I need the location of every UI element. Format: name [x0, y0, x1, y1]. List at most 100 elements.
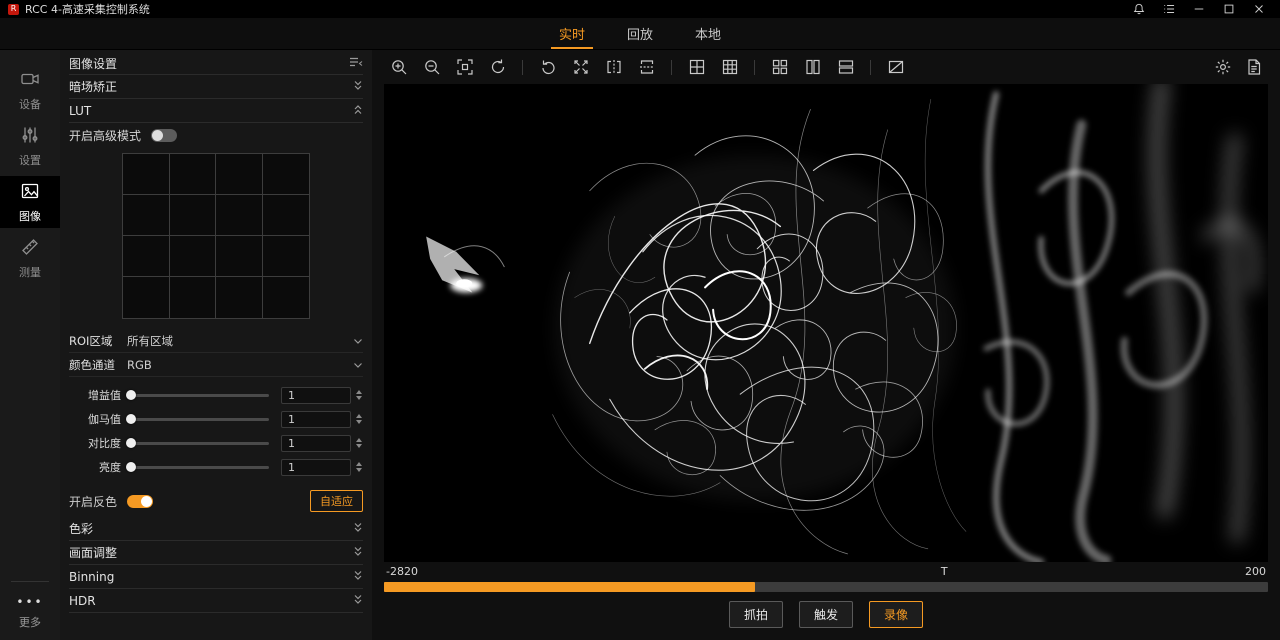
- chevron-double-down-icon: [353, 570, 363, 584]
- snapshot-button[interactable]: 抓拍: [729, 601, 783, 628]
- fit-screen-icon[interactable]: [450, 54, 479, 80]
- rail-divider: [11, 581, 49, 582]
- image-aspect-icon[interactable]: [881, 54, 910, 80]
- adaptive-button[interactable]: 自适应: [310, 490, 363, 512]
- tab-realtime[interactable]: 实时: [543, 18, 601, 49]
- live-video-feed[interactable]: [384, 84, 1268, 562]
- panel-header: 图像设置: [69, 52, 363, 75]
- rail-label-settings: 设置: [19, 152, 41, 168]
- maximize-button[interactable]: [1216, 1, 1242, 17]
- rail-item-image[interactable]: 图像: [0, 176, 60, 228]
- left-rail: 设备 设置 图像 测量 •••: [0, 50, 60, 640]
- record-button[interactable]: 录像: [869, 601, 923, 628]
- gain-slider-handle[interactable]: [126, 390, 136, 400]
- advanced-mode-row: 开启高级模式: [69, 123, 363, 147]
- settings-gear-icon[interactable]: [1208, 54, 1237, 80]
- rail-item-measure[interactable]: 测量: [0, 232, 60, 284]
- contrast-slider-handle[interactable]: [126, 438, 136, 448]
- section-adjust-label: 画面调整: [69, 544, 117, 561]
- timeline-end-value: 200: [1245, 565, 1266, 578]
- reset-view-icon[interactable]: [483, 54, 512, 80]
- grid-fine-icon[interactable]: [715, 54, 744, 80]
- rail-label-measure: 测量: [19, 264, 41, 280]
- zoom-in-icon[interactable]: [384, 54, 413, 80]
- main-tabbar: 实时 回放 本地: [0, 18, 1280, 50]
- roi-label: ROI区域: [69, 333, 127, 349]
- view-toolbar: [372, 50, 1280, 84]
- trigger-button[interactable]: 触发: [799, 601, 853, 628]
- lut-curve-grid[interactable]: [122, 153, 310, 319]
- section-darkfield-label: 暗场矫正: [69, 78, 117, 95]
- chevron-down-icon: [353, 358, 363, 372]
- quad-view-icon[interactable]: [765, 54, 794, 80]
- dual-horizontal-view-icon[interactable]: [831, 54, 860, 80]
- slider-row-gain: 增益值 1: [69, 383, 363, 407]
- light-trails-image: [384, 84, 1268, 562]
- notifications-bell-icon[interactable]: [1126, 1, 1152, 17]
- capture-controls: 抓拍 触发 录像: [372, 596, 1280, 632]
- grid-overlay-icon[interactable]: [682, 54, 711, 80]
- roi-value: 所有区域: [127, 333, 173, 349]
- gamma-label: 伽马值: [69, 411, 121, 427]
- rotate-icon[interactable]: [533, 54, 562, 80]
- section-lut[interactable]: LUT: [69, 99, 363, 123]
- contrast-label: 对比度: [69, 435, 121, 451]
- gain-label: 增益值: [69, 387, 121, 403]
- chevron-double-down-icon: [353, 80, 363, 94]
- contrast-slider[interactable]: [131, 442, 269, 445]
- invert-label: 开启反色: [69, 493, 117, 510]
- gain-slider[interactable]: [131, 394, 269, 397]
- panel-options-icon[interactable]: [349, 56, 363, 71]
- section-hdr[interactable]: HDR: [69, 589, 363, 613]
- brightness-slider-handle[interactable]: [126, 462, 136, 472]
- dual-vertical-view-icon[interactable]: [798, 54, 827, 80]
- sliders-icon: [20, 125, 40, 148]
- section-binning[interactable]: Binning: [69, 565, 363, 589]
- section-binning-label: Binning: [69, 570, 114, 584]
- advanced-mode-toggle[interactable]: [151, 129, 177, 142]
- rail-label-more[interactable]: 更多: [19, 614, 41, 630]
- close-button[interactable]: [1246, 1, 1272, 17]
- invert-toggle[interactable]: [127, 495, 153, 508]
- brightness-stepper[interactable]: [356, 462, 362, 472]
- gamma-slider-handle[interactable]: [126, 414, 136, 424]
- toolbar-separator: [870, 60, 871, 75]
- gamma-input[interactable]: 1: [281, 411, 351, 428]
- section-darkfield[interactable]: 暗场矫正: [69, 75, 363, 99]
- contrast-input[interactable]: 1: [281, 435, 351, 452]
- rail-item-device[interactable]: 设备: [0, 64, 60, 116]
- tab-playback[interactable]: 回放: [611, 18, 669, 49]
- chevron-double-down-icon: [353, 522, 363, 536]
- fullscreen-icon[interactable]: [566, 54, 595, 80]
- app-logo: R: [8, 4, 19, 15]
- task-list-icon[interactable]: [1156, 1, 1182, 17]
- tab-local[interactable]: 本地: [679, 18, 737, 49]
- channel-label: 颜色通道: [69, 357, 127, 373]
- brightness-slider[interactable]: [131, 466, 269, 469]
- zoom-out-icon[interactable]: [417, 54, 446, 80]
- channel-dropdown[interactable]: 颜色通道 RGB: [69, 353, 363, 377]
- timeline-trigger-marker: T: [941, 565, 948, 578]
- contrast-stepper[interactable]: [356, 438, 362, 448]
- brightness-label: 亮度: [69, 459, 121, 475]
- flip-horizontal-icon[interactable]: [599, 54, 628, 80]
- gain-stepper[interactable]: [356, 390, 362, 400]
- brightness-input[interactable]: 1: [281, 459, 351, 476]
- timeline-start-value: -2820: [386, 565, 418, 578]
- flip-vertical-icon[interactable]: [632, 54, 661, 80]
- log-file-icon[interactable]: [1239, 54, 1268, 80]
- section-hdr-label: HDR: [69, 594, 96, 608]
- rail-item-settings[interactable]: 设置: [0, 120, 60, 172]
- minimize-button[interactable]: [1186, 1, 1212, 17]
- more-dots-icon[interactable]: •••: [16, 598, 43, 606]
- section-color[interactable]: 色彩: [69, 517, 363, 541]
- section-adjust[interactable]: 画面调整: [69, 541, 363, 565]
- app-title: RCC 4-高速采集控制系统: [25, 1, 150, 17]
- gain-input[interactable]: 1: [281, 387, 351, 404]
- gamma-slider[interactable]: [131, 418, 269, 421]
- timeline-progress-bar[interactable]: [384, 582, 1268, 592]
- roi-dropdown[interactable]: ROI区域 所有区域: [69, 329, 363, 353]
- timeline-labels: -2820 T 200: [384, 564, 1268, 580]
- gamma-stepper[interactable]: [356, 414, 362, 424]
- chevron-double-down-icon: [353, 546, 363, 560]
